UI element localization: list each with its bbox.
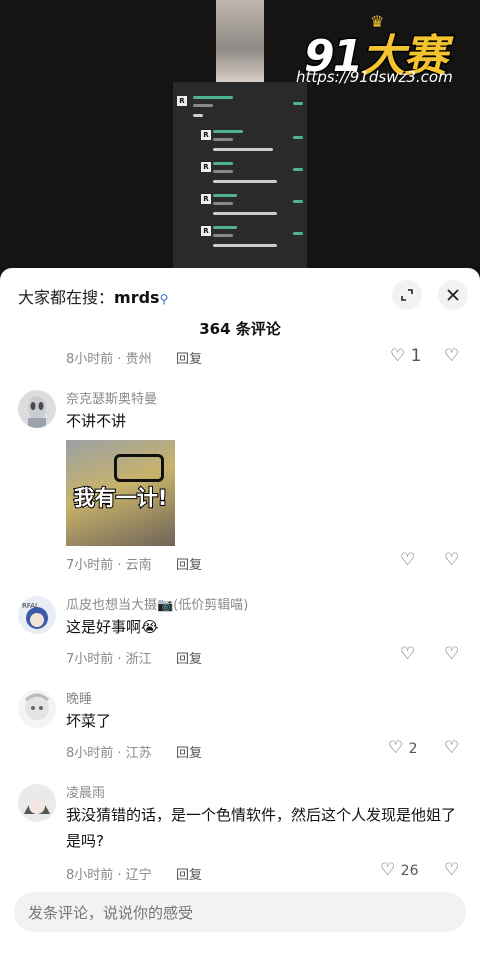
comment-image[interactable]: 我有一计! <box>66 440 175 546</box>
username[interactable]: 瓜皮也想当大摄📷(低价剪辑喵) <box>66 594 248 613</box>
comment-item: 奈克瑟斯奥特曼 不讲不讲 我有一计! 7小时前 · 云南 回复 ♡ ♡ <box>0 380 480 580</box>
bottom-safe-area <box>0 956 480 976</box>
glasses-graphic <box>114 454 164 482</box>
meme-caption: 我有一计! <box>73 485 169 511</box>
dislike-button[interactable]: ♡ <box>444 346 459 364</box>
partial-comment-row: 8小时前 · 贵州 回复 ♡ 1 ♡ <box>0 344 480 364</box>
username[interactable]: 晚睡 <box>66 688 92 707</box>
heart-outline-icon: ♡ <box>388 738 404 758</box>
video-thumbnail[interactable] <box>216 0 264 82</box>
reply-button[interactable]: 回复 <box>176 554 202 573</box>
dislike-button[interactable]: ♡ <box>444 644 459 664</box>
dislike-button[interactable]: ♡ <box>444 860 459 880</box>
like-button[interactable]: ♡ 2 <box>388 738 418 758</box>
comment-input-bar[interactable] <box>14 892 466 934</box>
video-area: R R R R R ♛ 91大赛 https://91dswz3.com <box>0 0 480 268</box>
expand-button[interactable] <box>392 280 422 310</box>
dislike-button[interactable]: ♡ <box>444 738 459 758</box>
search-suggestion[interactable]: 大家都在搜：mrds⚲ <box>18 284 168 308</box>
comment-item: RFAI 瓜皮也想当大摄📷(低价剪辑喵) 这是好事啊😭 7小时前 · 浙江 回复… <box>0 588 480 668</box>
comment-sheet: 大家都在搜：mrds⚲ 364 条评论 8小时前 · 贵州 回复 ♡ 1 ♡ 奈… <box>0 268 480 976</box>
comment-meta: 8小时前 · 贵州 <box>66 352 152 364</box>
like-button[interactable]: ♡ <box>400 550 415 570</box>
heart-outline-icon: ♡ <box>400 644 416 664</box>
comment-item: 晚睡 坏菜了 8小时前 · 江苏 回复 ♡ 2 ♡ <box>0 682 480 762</box>
watermark-url: https://91dswz3.com <box>296 68 453 86</box>
comment-meta: 8小时前 · 江苏 <box>66 746 152 761</box>
comment-count: 364 条评论 <box>199 320 281 338</box>
broken-heart-icon: ♡ <box>444 550 460 570</box>
comment-meta: 8小时前 · 辽宁 <box>66 868 152 883</box>
svg-text:RFAI: RFAI <box>22 602 37 610</box>
avatar[interactable] <box>18 390 56 428</box>
expand-icon <box>401 289 413 301</box>
reply-button[interactable]: 回复 <box>176 348 202 364</box>
avatar[interactable] <box>18 784 56 822</box>
like-count: 26 <box>400 863 419 879</box>
heart-outline-icon: ♡ <box>400 550 416 570</box>
like-count: 2 <box>408 741 418 757</box>
username[interactable]: 奈克瑟斯奥特曼 <box>66 388 157 407</box>
broken-heart-icon: ♡ <box>444 738 460 758</box>
reply-button[interactable]: 回复 <box>176 648 202 667</box>
comment-input[interactable] <box>26 892 460 934</box>
comment-text: 我没猜错的话，是一个色情软件，然后这个人发现是他姐了是吗? <box>66 806 457 850</box>
avatar[interactable]: RFAI <box>18 596 56 634</box>
embedded-screenshot: R R R R R <box>173 82 307 268</box>
search-icon: ⚲ <box>159 292 169 306</box>
comment-meta: 7小时前 · 浙江 <box>66 652 152 667</box>
close-button[interactable] <box>438 280 468 310</box>
dislike-button[interactable]: ♡ <box>444 550 459 570</box>
comment-item: 凌晨雨 我没猜错的话，是一个色情软件，然后这个人发现是他姐了是吗? 8小时前 ·… <box>0 776 480 886</box>
broken-heart-icon: ♡ <box>444 346 460 364</box>
comment-meta: 7小时前 · 云南 <box>66 558 152 573</box>
comment-text: 坏菜了 <box>66 712 112 730</box>
broken-heart-icon: ♡ <box>444 860 460 880</box>
comment-text: 不讲不讲 <box>66 412 127 430</box>
heart-outline-icon: ♡ <box>390 346 406 364</box>
search-term[interactable]: mrds <box>114 288 160 307</box>
like-button[interactable]: ♡ 1 <box>390 346 421 364</box>
like-button[interactable]: ♡ 26 <box>380 860 418 880</box>
avatar[interactable] <box>18 690 56 728</box>
reply-button[interactable]: 回复 <box>176 864 202 883</box>
heart-outline-icon: ♡ <box>380 860 396 880</box>
like-count: 1 <box>410 346 422 364</box>
broken-heart-icon: ♡ <box>444 644 460 664</box>
search-prefix: 大家都在搜： <box>18 288 115 307</box>
comment-text: 这是好事啊😭 <box>66 618 159 636</box>
close-icon <box>447 289 459 301</box>
watermark-logo: ♛ 91大赛 https://91dswz3.com <box>296 12 476 88</box>
reply-button[interactable]: 回复 <box>176 742 202 761</box>
username[interactable]: 凌晨雨 <box>66 782 105 801</box>
like-button[interactable]: ♡ <box>400 644 415 664</box>
